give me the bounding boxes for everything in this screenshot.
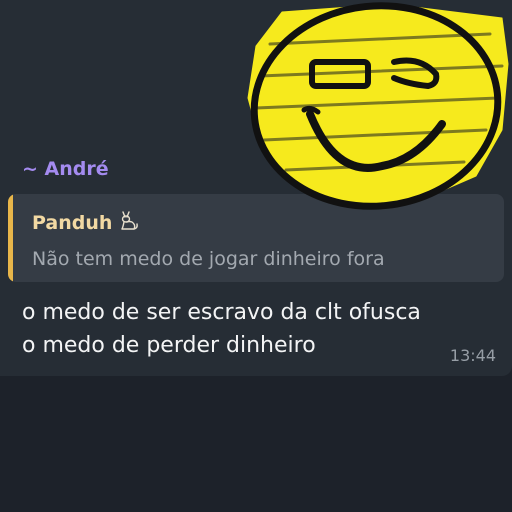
- quote-author-name: Panduh: [32, 211, 113, 234]
- message-line: o medo de ser escravo da clt ofusca: [22, 300, 421, 325]
- message-text: o medo de ser escravo da clt ofusca o me…: [22, 296, 421, 362]
- message-timestamp: 13:44: [449, 346, 496, 365]
- sender-name[interactable]: ~ André: [22, 158, 109, 180]
- smiley-sticker-icon[interactable]: [240, 0, 512, 215]
- quote-accent-bar: [8, 194, 13, 282]
- cat-emoji-icon: [118, 209, 140, 236]
- quote-author: Panduh: [32, 209, 140, 236]
- message-line: o medo de perder dinheiro: [22, 333, 316, 358]
- quote-text: Não tem medo de jogar dinheiro fora: [32, 248, 385, 270]
